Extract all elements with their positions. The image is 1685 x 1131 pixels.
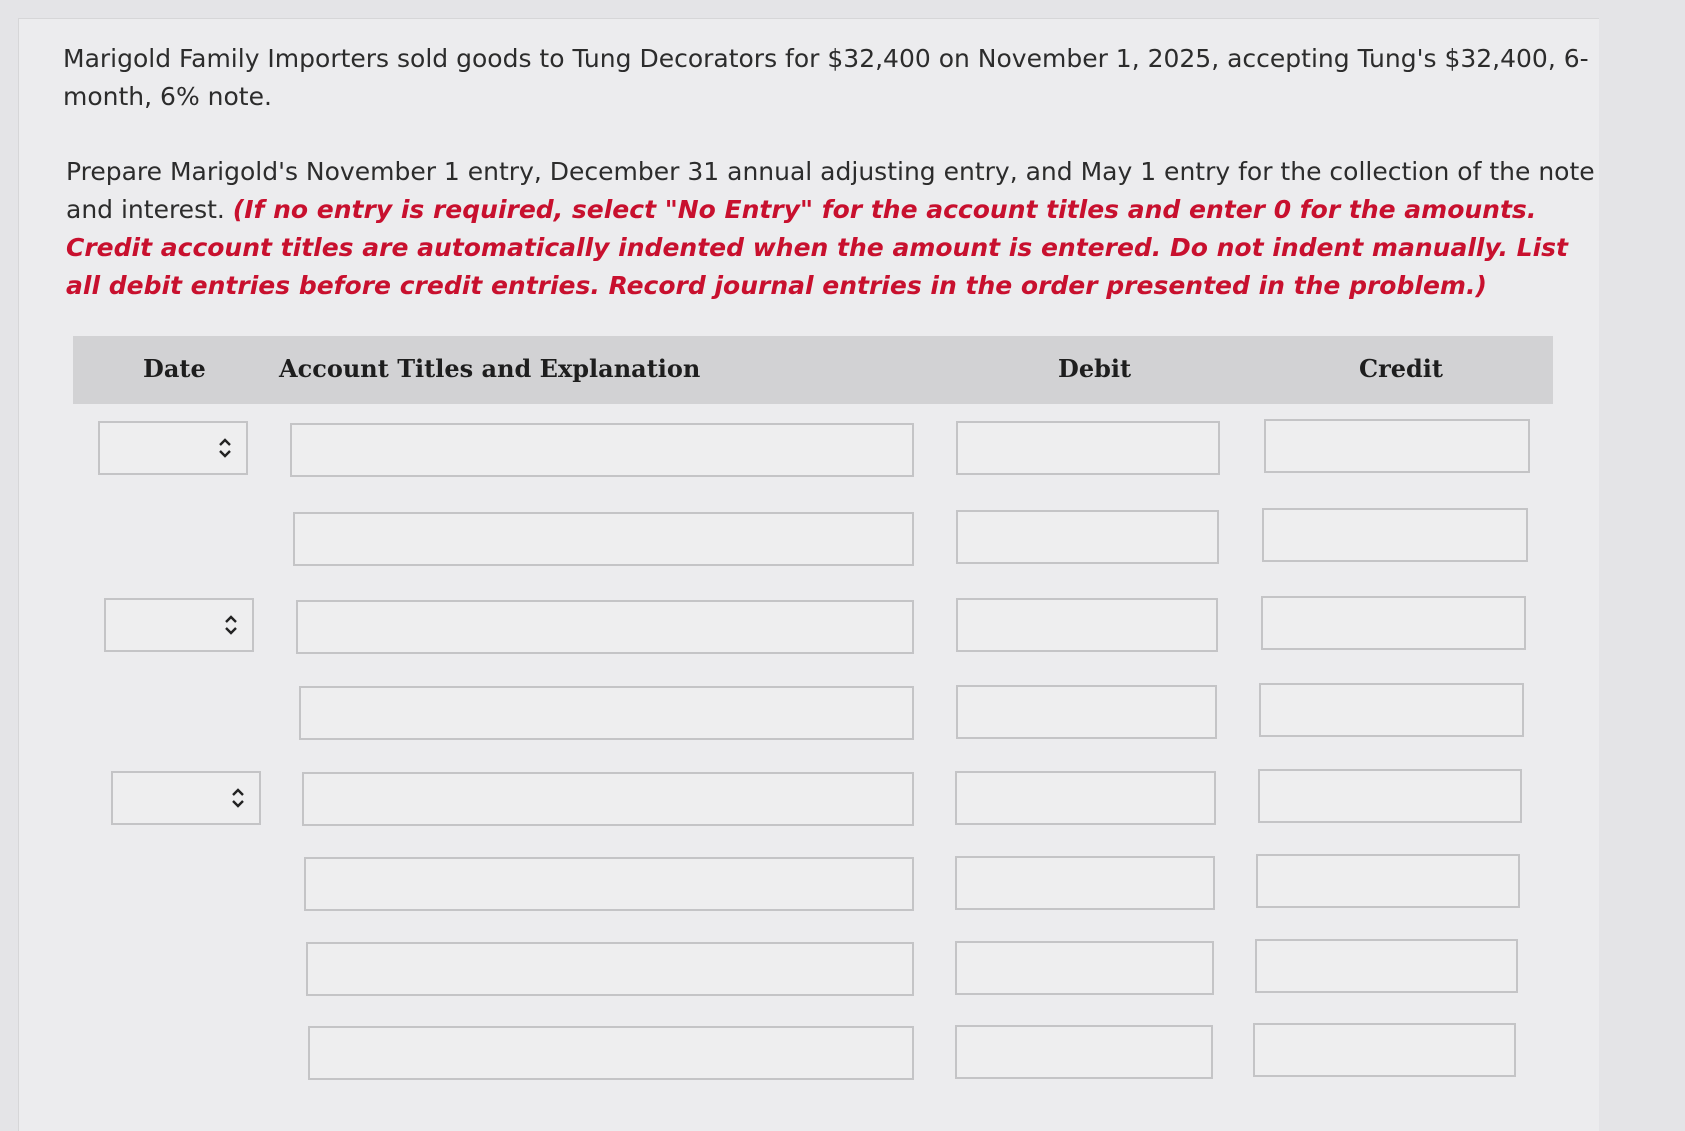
debit-input[interactable] — [956, 510, 1219, 564]
instructions: Prepare Marigold's November 1 entry, Dec… — [66, 153, 1606, 305]
up-down-chevron-icon — [232, 788, 244, 808]
journal-table-header: Date Account Titles and Explanation Debi… — [73, 336, 1553, 404]
instructions-note: (If no entry is required, select "No Ent… — [66, 195, 1568, 300]
debit-input[interactable] — [955, 856, 1215, 910]
up-down-chevron-icon — [225, 615, 237, 635]
debit-input[interactable] — [956, 421, 1220, 475]
account-title-input[interactable] — [306, 942, 914, 996]
credit-input[interactable] — [1258, 769, 1522, 823]
account-title-input[interactable] — [290, 423, 914, 477]
debit-input[interactable] — [955, 1025, 1213, 1079]
credit-input[interactable] — [1256, 854, 1520, 908]
account-title-input[interactable] — [308, 1026, 914, 1080]
account-title-input[interactable] — [302, 772, 914, 826]
debit-input[interactable] — [955, 941, 1214, 995]
account-title-input[interactable] — [299, 686, 914, 740]
up-down-chevron-icon — [219, 438, 231, 458]
debit-input[interactable] — [955, 771, 1216, 825]
date-select-entry-3[interactable] — [111, 771, 261, 825]
debit-input[interactable] — [956, 685, 1217, 739]
credit-input[interactable] — [1253, 1023, 1516, 1077]
account-column-header: Account Titles and Explanation — [279, 354, 701, 383]
debit-column-header: Debit — [1058, 354, 1132, 383]
credit-column-header: Credit — [1359, 354, 1443, 383]
credit-input[interactable] — [1259, 683, 1524, 737]
account-title-input[interactable] — [293, 512, 914, 566]
problem-statement: Marigold Family Importers sold goods to … — [63, 44, 1589, 111]
credit-input[interactable] — [1262, 508, 1528, 562]
date-column-header: Date — [143, 354, 206, 383]
account-title-input[interactable] — [296, 600, 914, 654]
credit-input[interactable] — [1255, 939, 1518, 993]
date-select-entry-1[interactable] — [98, 421, 248, 475]
date-select-entry-2[interactable] — [104, 598, 254, 652]
account-title-input[interactable] — [304, 857, 914, 911]
credit-input[interactable] — [1261, 596, 1526, 650]
credit-input[interactable] — [1264, 419, 1530, 473]
debit-input[interactable] — [956, 598, 1218, 652]
